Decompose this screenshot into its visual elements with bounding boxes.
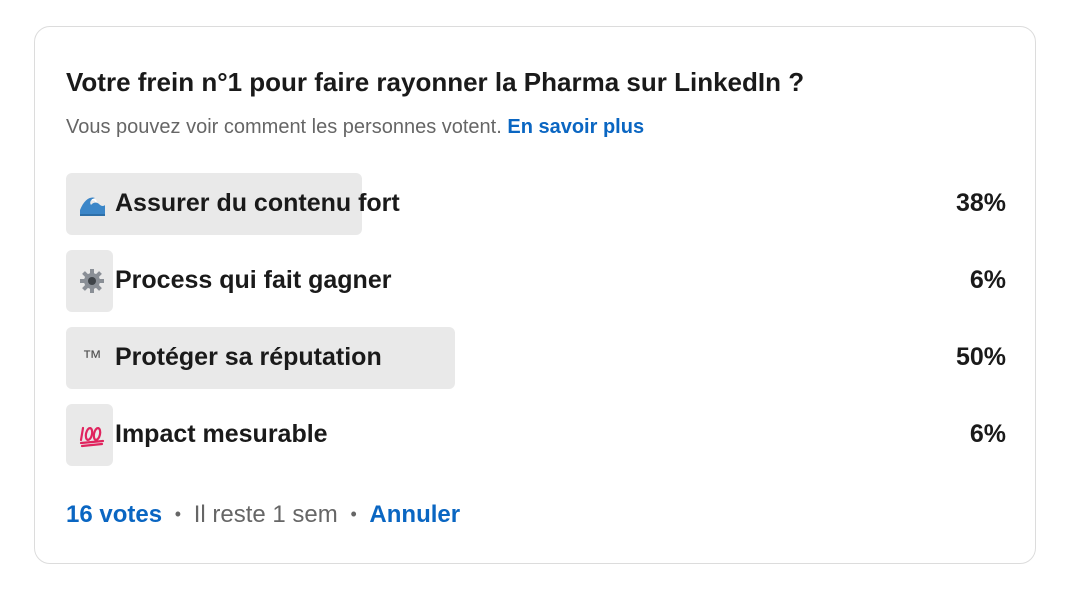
poll-option-1[interactable]: Assurer du contenu fort 38% <box>66 173 1006 235</box>
poll-option-3[interactable]: ™ Protéger sa réputation 50% <box>66 327 1006 389</box>
option-percent: 6% <box>969 420 1006 448</box>
cancel-vote-button[interactable]: Annuler <box>369 501 460 528</box>
trademark-icon: ™ <box>82 347 102 369</box>
poll-footer: 16 votes • Il reste 1 sem • Annuler <box>66 501 460 529</box>
option-label: Protéger sa réputation <box>115 343 382 371</box>
poll-question: Votre frein n°1 pour faire rayonner la P… <box>66 67 805 97</box>
option-percent: 6% <box>969 266 1006 294</box>
poll-option-2[interactable]: Process qui fait gagner 6% <box>66 250 1006 312</box>
option-percent: 50% <box>955 343 1006 371</box>
poll-visibility-note: Vous pouvez voir comment les personnes v… <box>66 116 502 138</box>
gear-icon <box>78 267 106 295</box>
wave-icon <box>78 190 106 218</box>
option-label: Impact mesurable <box>115 420 328 448</box>
option-percent: 38% <box>955 189 1006 217</box>
poll-subtitle: Vous pouvez voir comment les personnes v… <box>66 116 644 139</box>
votes-count-link[interactable]: 16 votes <box>66 501 162 528</box>
poll-option-4[interactable]: Impact mesurable 6% <box>66 404 1006 466</box>
option-label: Assurer du contenu fort <box>115 189 400 217</box>
time-remaining: Il reste 1 sem <box>193 501 338 528</box>
hundred-points-icon <box>78 421 106 449</box>
poll-card: Votre frein n°1 pour faire rayonner la P… <box>34 26 1036 564</box>
learn-more-link[interactable]: En savoir plus <box>507 116 644 138</box>
separator-dot: • <box>350 504 357 524</box>
option-label: Process qui fait gagner <box>115 266 392 294</box>
separator-dot: • <box>174 504 182 524</box>
